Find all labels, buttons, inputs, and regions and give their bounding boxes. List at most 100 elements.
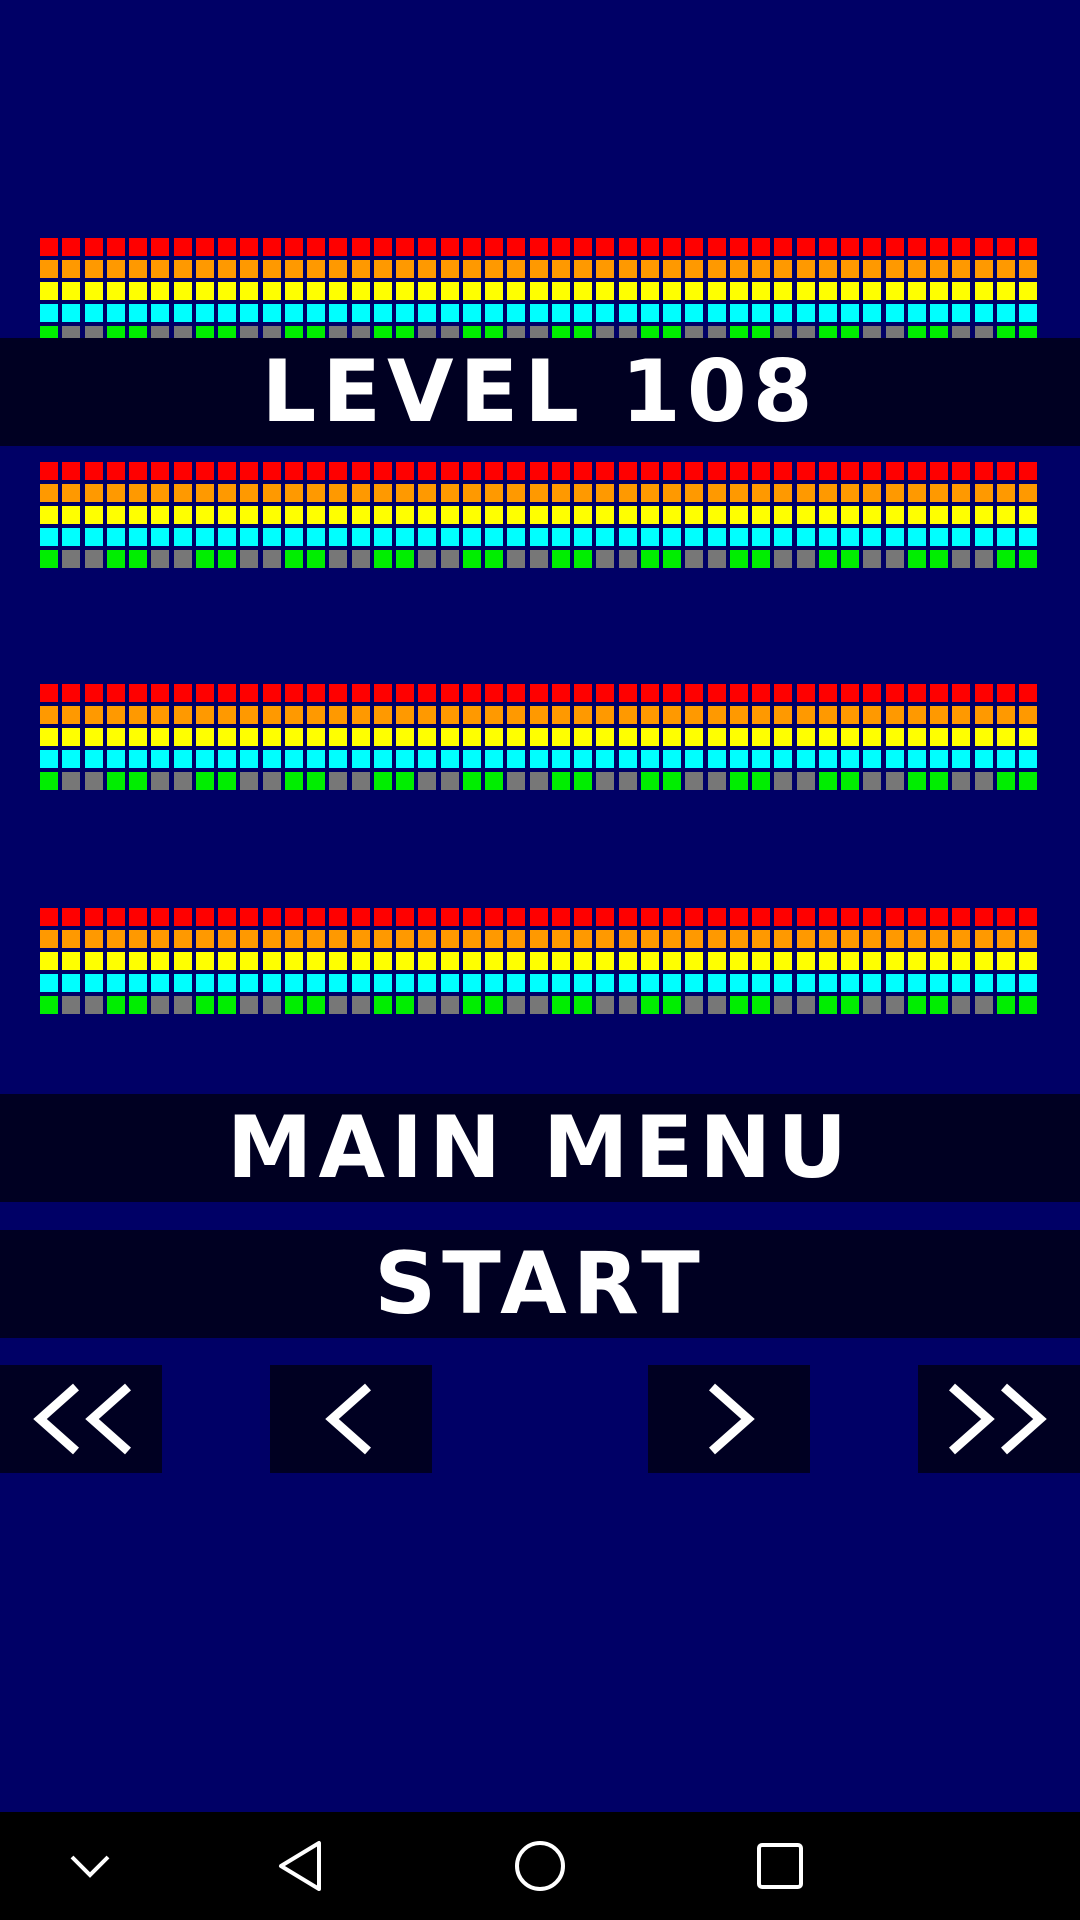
brick [396, 684, 414, 702]
previous-level-button[interactable] [270, 1365, 432, 1473]
brick [195, 952, 214, 970]
main-menu-label: MAIN MENU [226, 1098, 854, 1198]
brick [574, 304, 592, 322]
brick [774, 772, 793, 790]
recents-button[interactable] [750, 1836, 810, 1896]
brick [551, 930, 570, 948]
brick [307, 462, 325, 480]
brick [596, 528, 615, 546]
brick [373, 930, 392, 948]
brick [351, 484, 370, 502]
brick [930, 728, 948, 746]
brick [974, 952, 993, 970]
brick [307, 772, 325, 790]
brick [373, 952, 392, 970]
brick [640, 684, 659, 702]
brick [1019, 484, 1037, 502]
home-button[interactable] [510, 1836, 570, 1896]
brick [440, 908, 459, 926]
brick [106, 506, 125, 524]
brick [440, 260, 459, 278]
brick [863, 706, 882, 724]
brick [240, 462, 259, 480]
brick [129, 684, 147, 702]
brick [952, 706, 971, 724]
brick [284, 462, 303, 480]
main-menu-button[interactable]: MAIN MENU [0, 1094, 1080, 1202]
brick [529, 706, 548, 724]
brick [195, 750, 214, 768]
brick [640, 528, 659, 546]
brick [351, 528, 370, 546]
brick [596, 462, 615, 480]
brick [62, 772, 81, 790]
brick [863, 750, 882, 768]
brick [818, 282, 837, 300]
first-level-button[interactable] [0, 1365, 162, 1473]
brick [663, 550, 681, 568]
brick [507, 484, 526, 502]
brick [885, 974, 904, 992]
brick [507, 462, 526, 480]
back-button[interactable] [270, 1836, 330, 1896]
brick [907, 772, 926, 790]
brick [774, 908, 793, 926]
brick [106, 930, 125, 948]
brick [240, 706, 259, 724]
brick [418, 750, 437, 768]
brick [596, 684, 615, 702]
brick [974, 304, 993, 322]
brick [885, 462, 904, 480]
brick [151, 750, 170, 768]
brick [996, 260, 1015, 278]
last-level-button[interactable] [918, 1365, 1080, 1473]
brick [907, 930, 926, 948]
brick [507, 550, 526, 568]
brick [707, 908, 726, 926]
brick [240, 260, 259, 278]
brick [685, 974, 704, 992]
brick [240, 484, 259, 502]
brick [907, 506, 926, 524]
home-circle-icon [515, 1841, 565, 1891]
brick [462, 550, 481, 568]
brick [529, 952, 548, 970]
brick [62, 706, 81, 724]
brick [507, 238, 526, 256]
start-button[interactable]: START [0, 1230, 1080, 1338]
brick [729, 996, 748, 1014]
brick [351, 952, 370, 970]
brick [418, 282, 437, 300]
brick [685, 550, 704, 568]
brick [663, 974, 681, 992]
brick [685, 750, 704, 768]
brick [640, 930, 659, 948]
brick [907, 484, 926, 502]
brick [396, 750, 414, 768]
brick [596, 908, 615, 926]
brick [796, 974, 815, 992]
brick [418, 506, 437, 524]
brick [151, 484, 170, 502]
brick [396, 728, 414, 746]
brick [618, 462, 637, 480]
brick [596, 550, 615, 568]
brick [596, 238, 615, 256]
brick [218, 506, 236, 524]
brick [707, 750, 726, 768]
brick [129, 528, 147, 546]
brick [818, 506, 837, 524]
hide-keyboard-button[interactable] [60, 1836, 120, 1896]
brick [373, 282, 392, 300]
brick [485, 996, 503, 1014]
brick [1019, 772, 1037, 790]
brick [685, 996, 704, 1014]
brick-wall-4 [40, 908, 1040, 1016]
brick [129, 772, 147, 790]
next-level-button[interactable] [648, 1365, 810, 1473]
brick [841, 238, 859, 256]
brick [818, 304, 837, 322]
brick [507, 772, 526, 790]
brick [930, 282, 948, 300]
brick [841, 684, 859, 702]
